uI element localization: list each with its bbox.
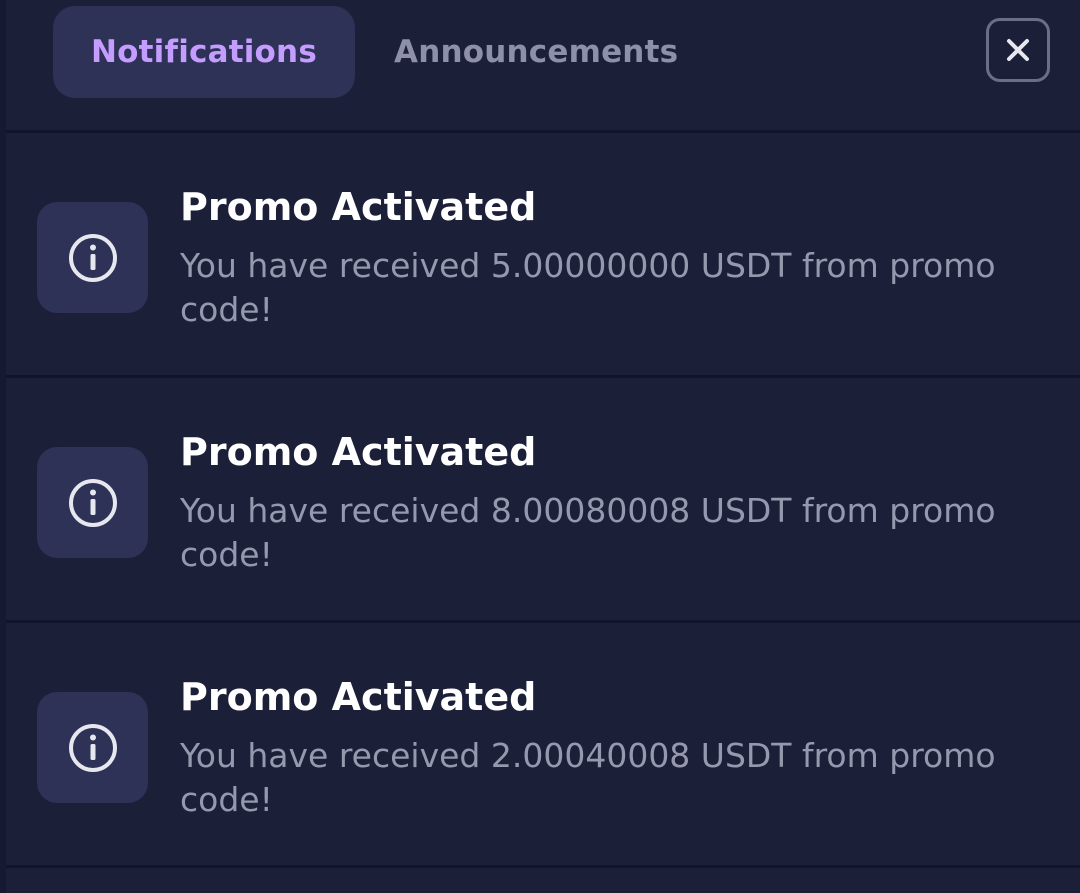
info-icon — [68, 723, 117, 772]
divider — [6, 865, 1080, 868]
info-icon-container — [37, 692, 148, 803]
tab-announcements[interactable]: Announcements — [394, 6, 678, 98]
notifications-header: Notifications Announcements — [6, 0, 1080, 130]
info-icon-container — [37, 202, 148, 313]
tab-notifications[interactable]: Notifications — [53, 6, 355, 98]
notification-message: You have received 2.00040008 USDT from p… — [180, 736, 996, 819]
info-icon-container — [37, 447, 148, 558]
notification-list: Promo Activated You have received 5.0000… — [6, 130, 1080, 868]
info-icon — [68, 233, 117, 282]
notification-item[interactable]: Promo Activated You have received 8.0008… — [6, 378, 1080, 620]
notification-title: Promo Activated — [180, 430, 537, 474]
info-icon — [68, 478, 117, 527]
close-icon — [1007, 39, 1029, 61]
notification-message: You have received 5.00000000 USDT from p… — [180, 246, 996, 329]
close-button[interactable] — [986, 18, 1050, 82]
notification-title: Promo Activated — [180, 185, 537, 229]
notification-title: Promo Activated — [180, 675, 537, 719]
notification-item[interactable]: Promo Activated You have received 5.0000… — [6, 133, 1080, 375]
notification-item[interactable]: Promo Activated You have received 2.0004… — [6, 623, 1080, 865]
notification-message: You have received 8.00080008 USDT from p… — [180, 491, 996, 574]
